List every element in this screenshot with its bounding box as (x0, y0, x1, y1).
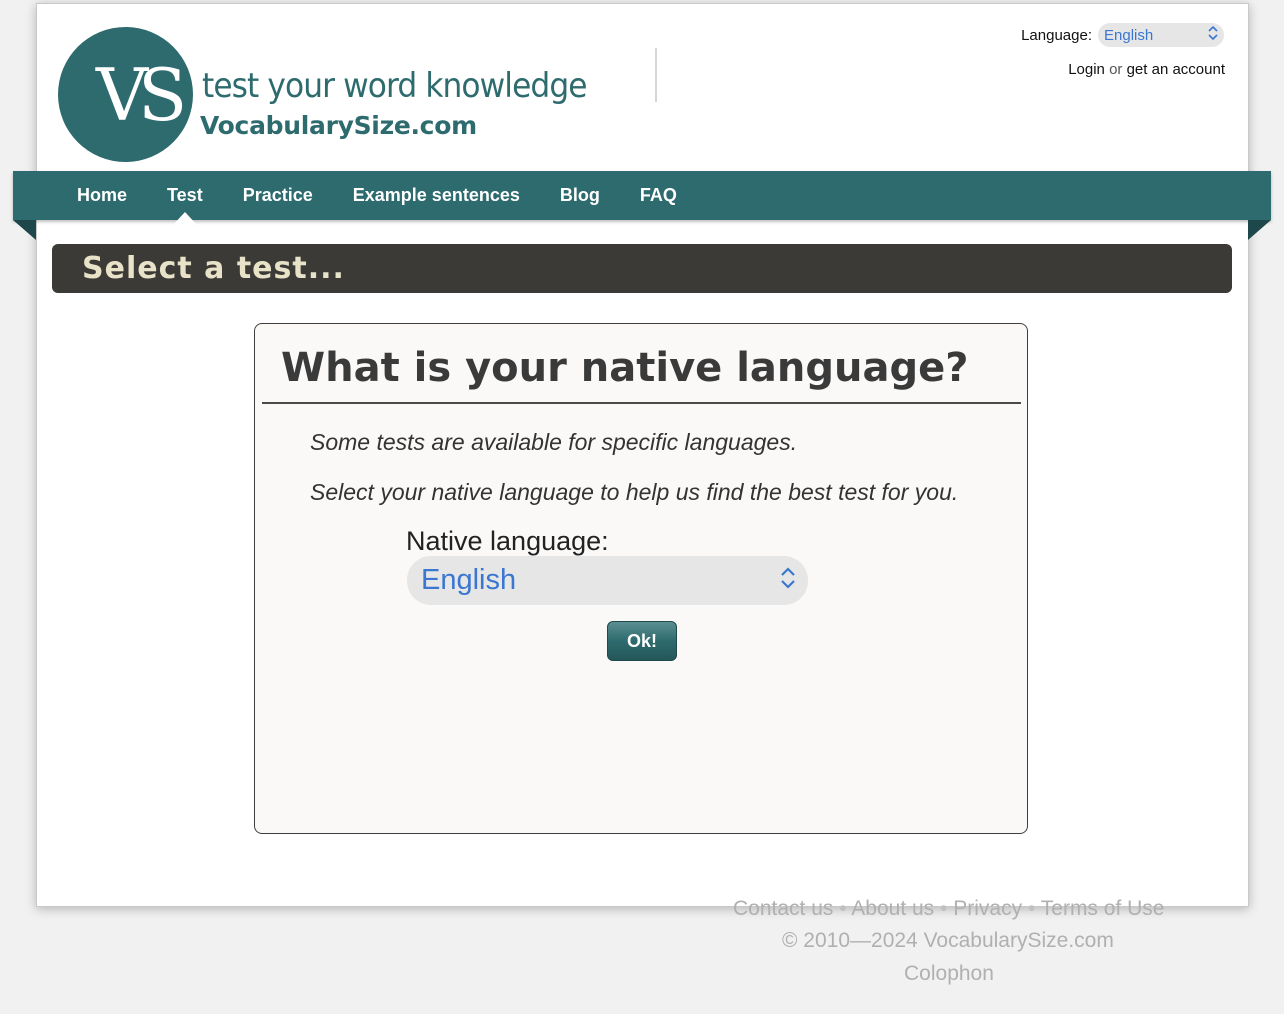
card-title: What is your native language? (281, 345, 969, 391)
logo-tagline: test your word knowledge (202, 66, 588, 106)
page-title: Select a test... (82, 251, 345, 286)
nav-faq[interactable]: FAQ (640, 185, 677, 206)
card-info-line-2: Select your native language to help us f… (310, 479, 959, 505)
language-select[interactable]: English (1098, 23, 1224, 47)
logo-site-name[interactable]: VocabularySize.com (200, 109, 477, 143)
footer-separator: • (940, 897, 948, 920)
footer-privacy-link[interactable]: Privacy (953, 897, 1022, 920)
nav-test[interactable]: Test (167, 185, 203, 206)
nav-practice[interactable]: Practice (243, 185, 313, 206)
nav-example-sentences[interactable]: Example sentences (353, 185, 520, 206)
footer-separator: • (839, 897, 847, 920)
native-language-label: Native language: (406, 526, 609, 556)
footer-about-link[interactable]: About us (851, 897, 934, 920)
language-label: Language: (1021, 26, 1092, 44)
navbar-fold-right (1248, 220, 1271, 240)
auth-links: Login or get an account (1068, 59, 1225, 81)
or-text: or (1109, 61, 1123, 78)
native-language-select[interactable]: English (407, 556, 808, 605)
card-info-line-1: Some tests are available for specific la… (310, 429, 798, 455)
nav-menu: Home Test Practice Example sentences Blo… (77, 171, 677, 220)
language-select-value: English (1104, 26, 1154, 44)
footer-separator: • (1027, 897, 1036, 920)
native-language-value: English (421, 564, 517, 596)
chevron-updown-icon (780, 566, 796, 595)
active-nav-indicator (173, 212, 197, 225)
navbar-fold-left (13, 220, 36, 240)
footer-contact-link[interactable]: Contact us (733, 897, 833, 920)
chevron-updown-icon (1208, 25, 1218, 44)
footer-copyright: © 2010—2024 VocabularySize.com (782, 929, 1114, 952)
login-link[interactable]: Login (1068, 61, 1105, 78)
nav-blog[interactable]: Blog (560, 185, 600, 206)
footer-colophon-link[interactable]: Colophon (904, 961, 994, 987)
header-divider (655, 48, 657, 102)
card-divider (262, 402, 1021, 404)
footer-links: Contact us • About us • Privacy • Terms … (733, 896, 1164, 922)
logo-mark: VS (96, 53, 187, 137)
nav-home[interactable]: Home (77, 185, 127, 206)
ok-button[interactable]: Ok! (607, 621, 677, 661)
footer-terms-link[interactable]: Terms of Use (1041, 897, 1165, 920)
signup-link[interactable]: get an account (1127, 61, 1225, 78)
language-selector-row: Language: English (1021, 22, 1224, 48)
